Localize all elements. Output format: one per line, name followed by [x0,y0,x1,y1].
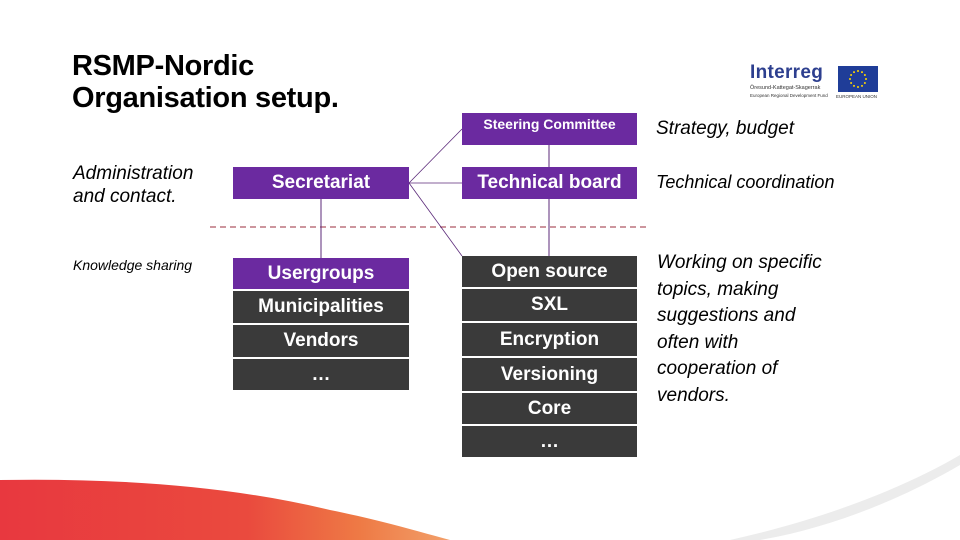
open-source-item-box: … [462,426,637,457]
usergroup-item-box: … [233,359,409,390]
technical-board-box: Technical board [462,167,637,199]
usergroups-header-box: Usergroups [233,258,409,289]
open-source-item-box: Versioning [462,358,637,391]
open-source-item-box: SXL [462,289,637,321]
interreg-logo-fund: European Regional Development Fund [750,93,828,98]
admin-contact-label: Administration and contact. [73,162,193,208]
knowledge-sharing-label: Knowledge sharing [73,257,193,273]
open-source-header-box: Open source [462,256,637,287]
title-line-2: Organisation setup. [72,82,339,114]
description-line: topics, making [657,278,779,300]
eu-flag-icon [838,66,878,92]
interreg-logo-wordmark: Interreg [750,62,824,83]
description-line: vendors. [657,384,730,406]
working-groups-description: Working on specific topics, making sugge… [657,250,867,409]
page-title: RSMP-Nordic Organisation setup. [72,50,339,114]
usergroup-item-box: Vendors [233,325,409,357]
steering-description: Strategy, budget [656,118,795,139]
decorative-arc [730,455,960,540]
admin-label-line-2: and contact. [73,186,177,207]
usergroup-item-box: Municipalities [233,291,409,323]
admin-label-line-1: Administration [73,163,194,184]
open-source-item-box: Core [462,393,637,424]
description-line: suggestions and [657,305,796,326]
interreg-logo-subtitle: Öresund-Kattegat-Skagerrak [750,85,821,91]
open-source-item-box: Encryption [462,323,637,356]
connector-secretariat-steering [408,128,463,184]
decorative-swoosh [0,479,450,540]
title-line-1: RSMP-Nordic [72,50,254,82]
eu-caption: EUROPEAN UNION [836,94,878,99]
description-line: often with [657,331,739,353]
technical-description: Technical coordination [656,172,835,192]
steering-committee-box: Steering Committee [462,113,637,145]
description-line: Working on specific [657,252,822,273]
description-line: cooperation of [657,358,778,379]
connector-secretariat-opensource [408,182,463,257]
secretariat-box: Secretariat [233,167,409,199]
